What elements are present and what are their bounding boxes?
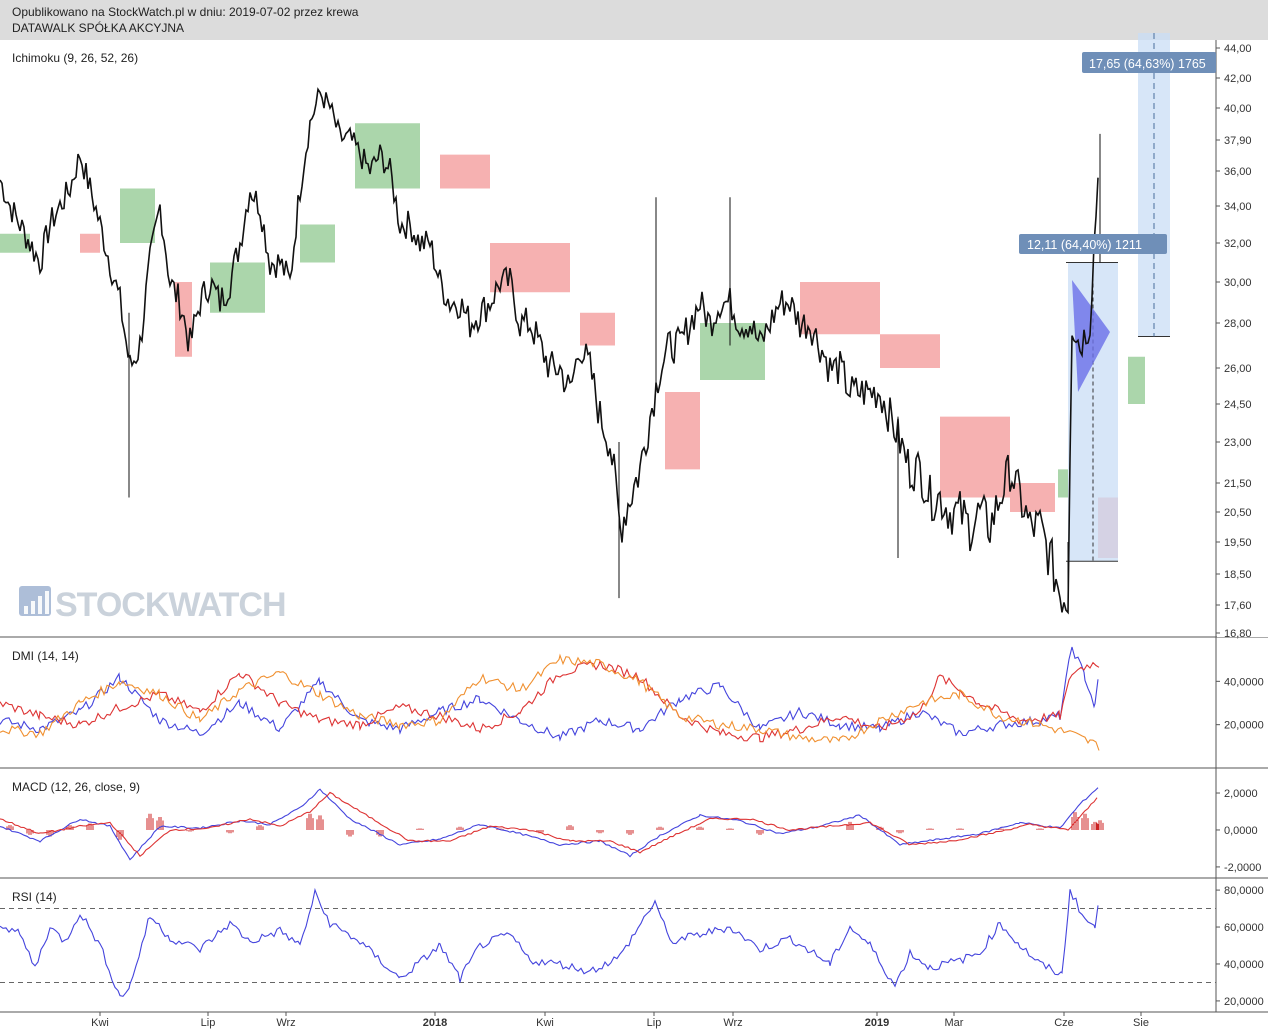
price-tick-label: 36,00 bbox=[1224, 166, 1252, 178]
macd-tick-label: 2,0000 bbox=[1224, 788, 1258, 800]
time-tick-label: Sie bbox=[1133, 1017, 1149, 1029]
price-tick-label: 40,00 bbox=[1224, 103, 1252, 115]
price-tick-label: 34,00 bbox=[1224, 201, 1252, 213]
price-tick-label: 24,50 bbox=[1224, 399, 1252, 411]
time-tick-label: Wrz bbox=[723, 1017, 742, 1029]
price-tick-label: 32,00 bbox=[1224, 238, 1252, 250]
macd-series-signal bbox=[0, 791, 1098, 857]
rsi-tick-label: 60,0000 bbox=[1224, 922, 1264, 934]
price-tick-label: 37,90 bbox=[1224, 135, 1252, 147]
time-tick-label: Mar bbox=[945, 1017, 964, 1029]
stockwatch-watermark: STOCKWATCH bbox=[19, 586, 287, 624]
time-tick-label: 2019 bbox=[865, 1017, 889, 1029]
macd-panel: 2,0000 0,0000 -2,0000 MACD (12, 26, close, … bbox=[0, 780, 1261, 874]
price-tick-label: 44,00 bbox=[1224, 43, 1252, 55]
watermark-text: STOCKWATCH bbox=[55, 586, 286, 624]
price-tick-label: 42,00 bbox=[1224, 73, 1252, 85]
ichimoku-cloud-bullish bbox=[300, 224, 335, 263]
macd-tick-label: 0,0000 bbox=[1224, 825, 1258, 837]
price-tick-label: 26,00 bbox=[1224, 363, 1252, 375]
dmi-panel: 40,0000 20,0000 DMI (14, 14) bbox=[0, 646, 1264, 751]
price-tick-label: 16,80 bbox=[1224, 628, 1252, 640]
time-tick-label: Kwi bbox=[91, 1017, 109, 1029]
macd-series-macd bbox=[0, 787, 1099, 861]
ichimoku-cloud-bearish bbox=[490, 243, 570, 293]
time-tick-label: Cze bbox=[1054, 1017, 1074, 1029]
ichimoku-panel: 12,11 (64,40%) 1211 17,65 (64,63%) 1765 44… bbox=[0, 33, 1268, 640]
ichimoku-cloud-bullish bbox=[120, 188, 155, 243]
ichimoku-title: Ichimoku (9, 26, 52, 26) bbox=[12, 51, 138, 65]
price-tick-label: 19,50 bbox=[1224, 537, 1252, 549]
ichimoku-cloud-bullish bbox=[1128, 356, 1145, 404]
price-tick-label: 21,50 bbox=[1224, 478, 1252, 490]
time-tick-label: Lip bbox=[201, 1017, 216, 1029]
ichimoku-cloud-bearish bbox=[580, 312, 615, 346]
ichimoku-cloud-bearish bbox=[80, 233, 100, 253]
dmi-series-dmi_plus bbox=[0, 646, 1099, 742]
ichimoku-cloud-bearish bbox=[665, 392, 700, 470]
rsi-panel: 80,0000 60,0000 40,0000 20,0000 RSI (14) bbox=[0, 885, 1264, 1008]
price-tick-label: 17,60 bbox=[1224, 600, 1252, 612]
measure-label-1: 12,11 (64,40%) 1211 bbox=[1027, 238, 1142, 252]
watermark-logo-bar bbox=[24, 606, 28, 614]
watermark-logo-bar bbox=[45, 591, 49, 614]
dmi-tick-label: 20,0000 bbox=[1224, 720, 1264, 732]
time-tick-label: 2018 bbox=[423, 1017, 447, 1029]
ichimoku-cloud-bearish bbox=[940, 416, 1010, 498]
rsi-tick-label: 20,0000 bbox=[1224, 996, 1264, 1008]
dmi-tick-label: 40,0000 bbox=[1224, 676, 1264, 688]
time-tick-label: Kwi bbox=[536, 1017, 554, 1029]
ichimoku-cloud-bearish bbox=[800, 282, 880, 335]
rsi-title: RSI (14) bbox=[12, 890, 57, 904]
ichimoku-cloud-bearish bbox=[1010, 483, 1055, 512]
price-tick-label: 20,50 bbox=[1224, 507, 1252, 519]
ichimoku-cloud-bearish bbox=[880, 334, 940, 368]
measure-label-2: 17,65 (64,63%) 1765 bbox=[1089, 57, 1206, 71]
price-tick-label: 28,00 bbox=[1224, 318, 1252, 330]
macd-tick-label: -2,0000 bbox=[1224, 862, 1261, 874]
ichimoku-cloud-bullish bbox=[1058, 469, 1068, 498]
chart-canvas: 12,11 (64,40%) 1211 17,65 (64,63%) 1765 44… bbox=[0, 33, 1268, 1029]
rsi-series-rsi bbox=[0, 887, 1099, 997]
rsi-tick-label: 40,0000 bbox=[1224, 959, 1264, 971]
dmi-title: DMI (14, 14) bbox=[12, 649, 79, 663]
rsi-tick-label: 80,0000 bbox=[1224, 885, 1264, 897]
ichimoku-cloud-bearish bbox=[440, 154, 490, 189]
price-tick-label: 23,00 bbox=[1224, 437, 1252, 449]
dmi-series-adx bbox=[0, 653, 1100, 751]
watermark-logo-bar bbox=[38, 596, 42, 614]
watermark-logo-bar bbox=[31, 601, 35, 614]
time-tick-label: Wrz bbox=[276, 1017, 295, 1029]
dmi-series-dmi_minus bbox=[0, 659, 1100, 743]
macd-title: MACD (12, 26, close, 9) bbox=[12, 780, 140, 794]
price-tick-label: 18,50 bbox=[1224, 569, 1252, 581]
price-tick-label: 30,00 bbox=[1224, 277, 1252, 289]
time-tick-label: Lip bbox=[647, 1017, 662, 1029]
